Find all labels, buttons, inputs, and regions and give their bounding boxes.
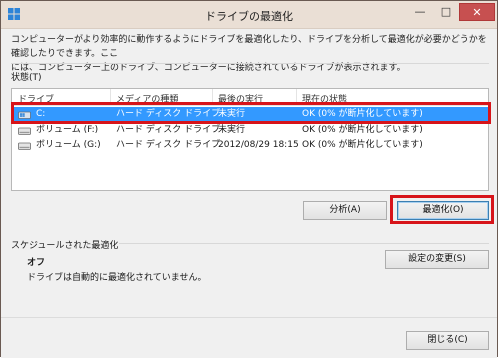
divider xyxy=(11,63,489,64)
current-status: OK (0% が断片化しています) xyxy=(302,140,423,150)
change-settings-button[interactable]: 設定の変更(S) xyxy=(385,250,489,269)
drive-name: ボリューム (G:) xyxy=(36,140,101,150)
close-window-button[interactable]: ✕ xyxy=(459,3,495,21)
analyze-button[interactable]: 分析(A) xyxy=(303,201,387,220)
media-type: ハード ディスク ドライブ xyxy=(116,125,221,135)
maximize-button[interactable]: □ xyxy=(433,3,459,21)
hard-drive-icon xyxy=(18,127,31,135)
status-label: 状態(T) xyxy=(11,73,42,83)
last-run: 2012/08/29 18:15 xyxy=(218,140,299,150)
media-type: ハード ディスク ドライブ xyxy=(116,140,221,150)
description-line-1: コンピューターがより効率的に動作するようにドライブを最適化したり、ドライブを分析… xyxy=(11,35,487,59)
current-status: OK (0% が断片化しています) xyxy=(302,125,423,135)
optimize-button-highlight xyxy=(390,195,494,224)
last-run: 未実行 xyxy=(218,125,246,135)
hard-drive-icon xyxy=(18,142,31,150)
selected-row-highlight xyxy=(11,102,491,124)
description: コンピューターがより効率的に動作するようにドライブを最適化したり、ドライブを分析… xyxy=(11,33,491,75)
minimize-button[interactable]: — xyxy=(407,3,433,21)
footer: 閉じる(C) xyxy=(1,317,497,358)
drive-row-f[interactable]: ボリューム (F:) ハード ディスク ドライブ 未実行 OK (0% が断片化… xyxy=(12,123,488,138)
drive-name: ボリューム (F:) xyxy=(36,125,99,135)
schedule-divider xyxy=(119,243,489,244)
close-button[interactable]: 閉じる(C) xyxy=(406,331,489,350)
schedule-description: ドライブは自動的に最適化されていません。 xyxy=(27,273,207,283)
title-bar[interactable]: ドライブの最適化 — □ ✕ xyxy=(1,1,497,29)
schedule-state: オフ xyxy=(27,258,46,268)
schedule-section-label: スケジュールされた最適化 xyxy=(11,241,119,251)
optimize-drives-window: ドライブの最適化 — □ ✕ コンピューターがより効率的に動作するようにドライブ… xyxy=(0,0,498,358)
drive-row-g[interactable]: ボリューム (G:) ハード ディスク ドライブ 2012/08/29 18:1… xyxy=(12,138,488,153)
